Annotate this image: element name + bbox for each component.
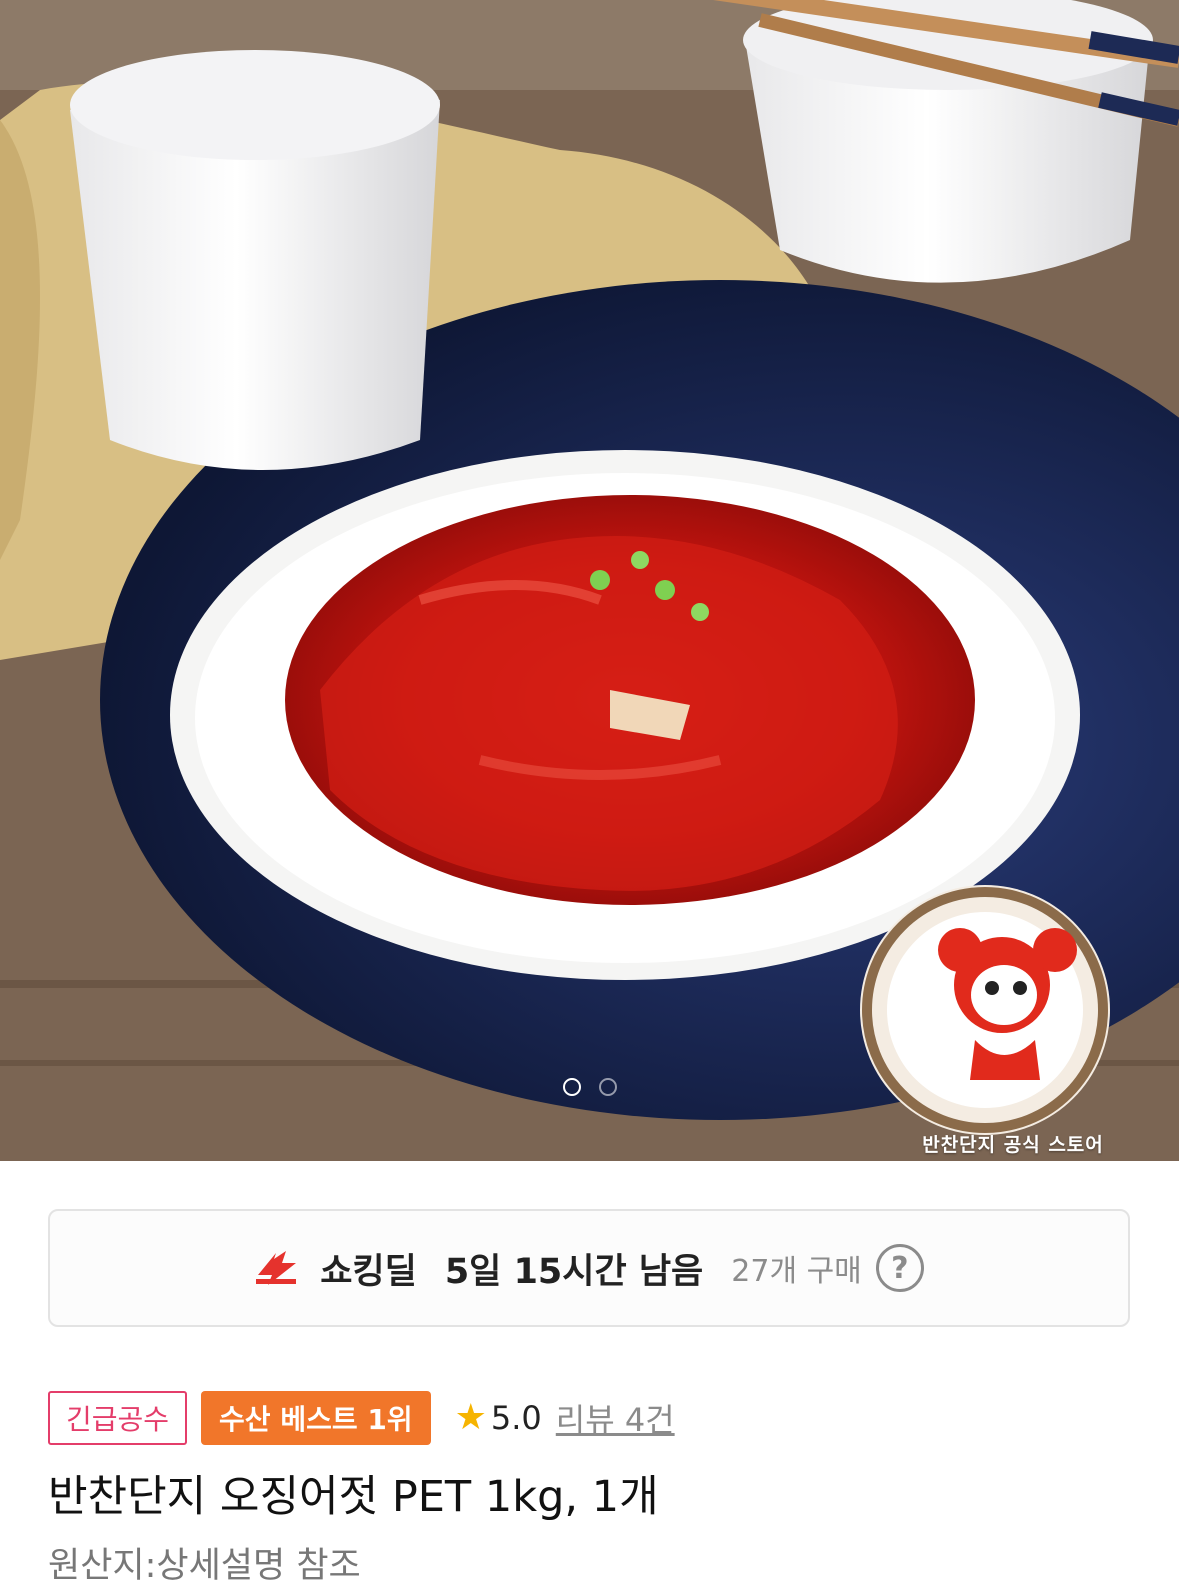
store-logo-caption: 반찬단지 공식 스토어 — [922, 1134, 1104, 1156]
product-photo — [0, 0, 1179, 1161]
star-icon: ★ — [454, 1397, 487, 1438]
product-origin: 원산지:상세설명 참조 — [48, 1546, 361, 1586]
carousel-indicator — [0, 1078, 1179, 1096]
urgent-badge: 긴급공수 — [48, 1391, 188, 1445]
carousel-dot-2[interactable] — [598, 1078, 617, 1096]
rating-score: 5.0 — [490, 1399, 542, 1437]
review-count-link[interactable]: 리뷰 4건 — [556, 1395, 675, 1441]
best-seller-badge: 수산 베스트 1위 — [201, 1391, 431, 1445]
purchase-count: 27개 구매 — [731, 1254, 862, 1289]
help-icon[interactable]: ? — [875, 1244, 924, 1292]
deal-name: 쇼킹딜 — [320, 1251, 417, 1292]
badge-row: 긴급공수 수산 베스트 1위 ★ 5.0 리뷰 4건 — [48, 1391, 675, 1445]
shocking-deal-bar[interactable]: 쇼킹딜 5일 15시간 남음 27개 구매 ? — [48, 1209, 1130, 1327]
carousel-dot-1[interactable] — [562, 1078, 581, 1096]
lightning-bolt-icon — [256, 1251, 297, 1285]
product-title: 반찬단지 오징어젓 PET 1kg, 1개 — [48, 1472, 659, 1522]
store-logo-seal — [860, 885, 1110, 1135]
product-image-carousel[interactable]: 반찬단지 공식 스토어 — [0, 0, 1179, 1161]
deal-time-left: 5일 15시간 남음 — [444, 1251, 704, 1292]
